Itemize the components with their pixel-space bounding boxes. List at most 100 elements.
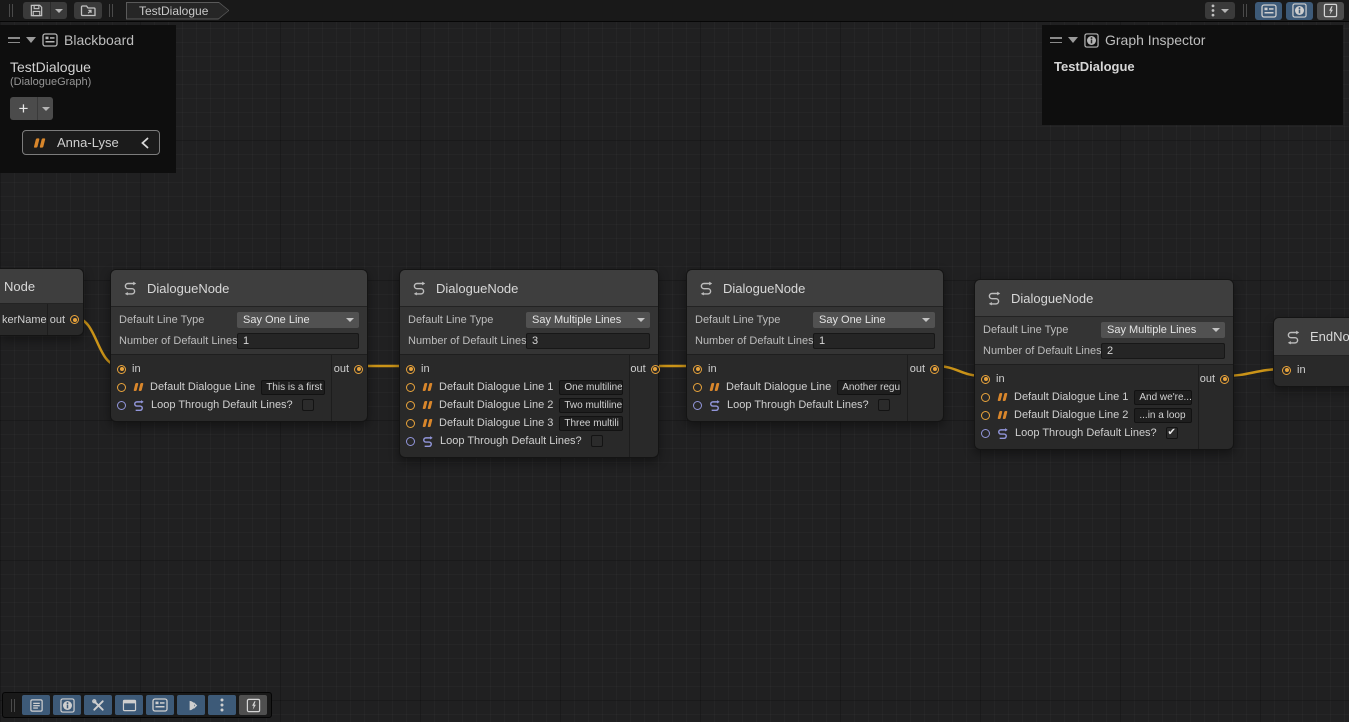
graph-inspector-toggle-button[interactable]: [1286, 2, 1313, 20]
dialogue-line-field[interactable]: Another regu: [837, 380, 901, 395]
quote-icon: [996, 391, 1008, 403]
dialogue-line-field[interactable]: One multiline: [559, 380, 623, 395]
quote-icon: [132, 381, 144, 393]
panel-drag-handle-icon[interactable]: [8, 37, 20, 43]
item-label: Anna-Lyse: [57, 135, 119, 150]
field-value: 2: [1107, 345, 1113, 357]
out-port[interactable]: [651, 365, 660, 374]
tab-testdialogue[interactable]: TestDialogue: [126, 2, 229, 20]
line-type-dropdown[interactable]: Say Multiple Lines: [1101, 322, 1225, 338]
loop-checkbox[interactable]: ✔: [1166, 427, 1178, 439]
check-mark: ✔: [1167, 428, 1175, 438]
loop-port[interactable]: [981, 429, 990, 438]
field-value: 1: [243, 335, 249, 347]
line-port[interactable]: [981, 393, 990, 402]
num-lines-field[interactable]: 3: [526, 333, 650, 349]
chevron-left-icon[interactable]: [140, 137, 150, 149]
console-toggle-button[interactable]: [22, 695, 50, 715]
toolbar-drag-handle[interactable]: [11, 699, 15, 712]
kebab-icon: [220, 698, 224, 712]
out-port[interactable]: [1220, 375, 1229, 384]
node-title: DialogueNode: [436, 281, 518, 296]
node-title: Node: [4, 279, 35, 294]
out-port[interactable]: [70, 315, 79, 324]
line-port[interactable]: [406, 419, 415, 428]
num-lines-field[interactable]: 1: [237, 333, 359, 349]
tools-toggle-button[interactable]: [84, 695, 112, 715]
loop-port[interactable]: [117, 401, 126, 410]
out-port[interactable]: [930, 365, 939, 374]
inspector-toggle-button[interactable]: [53, 695, 81, 715]
add-property-button[interactable]: +: [10, 97, 38, 120]
collapse-arrow-icon[interactable]: [1068, 37, 1078, 43]
dialogue-node-icon: [698, 280, 714, 296]
node-header[interactable]: DialogueNode: [111, 270, 367, 307]
node-header[interactable]: Node: [0, 269, 83, 304]
node-header[interactable]: EndNode: [1274, 318, 1349, 356]
dialogue-node-1[interactable]: DialogueNode Default Line Type Say One L…: [110, 269, 368, 422]
prop-label: Default Line Type: [408, 314, 526, 326]
save-button[interactable]: [23, 2, 51, 19]
node-header[interactable]: DialogueNode: [400, 270, 658, 307]
window-toggle-button[interactable]: [115, 695, 143, 715]
save-options-button[interactable]: [51, 2, 67, 19]
node-header[interactable]: DialogueNode: [687, 270, 943, 307]
dialogue-line-field[interactable]: Two multiline: [559, 398, 623, 413]
num-lines-field[interactable]: 2: [1101, 343, 1225, 359]
in-port[interactable]: [693, 365, 702, 374]
blackboard-item-anna-lyse[interactable]: Anna-Lyse: [22, 130, 160, 155]
window-icon: [122, 699, 137, 712]
speaker-node[interactable]: Node kerName out: [0, 268, 84, 336]
dialogue-line-field[interactable]: This is a first: [261, 380, 325, 395]
quote-icon: [421, 381, 433, 393]
in-port[interactable]: [406, 365, 415, 374]
num-lines-field[interactable]: 1: [813, 333, 935, 349]
line-port[interactable]: [117, 383, 126, 392]
add-property-options-button[interactable]: [38, 97, 53, 120]
open-asset-button[interactable]: [74, 2, 102, 19]
in-port[interactable]: [1282, 366, 1291, 375]
dialogue-line-field[interactable]: ...in a loop: [1134, 408, 1192, 423]
out-port-label: out: [334, 363, 349, 375]
collapse-arrow-icon[interactable]: [26, 37, 36, 43]
field-value: Three multili: [564, 418, 618, 429]
blackboard-toggle-button[interactable]: [1255, 2, 1282, 20]
dropdown-arrow-icon: [1221, 9, 1229, 13]
inspector-selection: TestDialogue: [1042, 53, 1343, 74]
node-header[interactable]: DialogueNode: [975, 280, 1233, 317]
dialogue-line-field[interactable]: Three multili: [559, 416, 623, 431]
loop-port[interactable]: [693, 401, 702, 410]
end-node[interactable]: EndNode in: [1273, 317, 1349, 387]
line-port[interactable]: [406, 383, 415, 392]
live-preview-toggle-button[interactable]: [239, 695, 267, 715]
toolbar-separator: [1243, 4, 1247, 17]
graph-inspector-panel: Graph Inspector TestDialogue: [1042, 25, 1343, 125]
in-port[interactable]: [117, 365, 126, 374]
quote-icon: [421, 399, 433, 411]
loop-port[interactable]: [406, 437, 415, 446]
line-port[interactable]: [406, 401, 415, 410]
live-preview-toggle-button[interactable]: [1317, 2, 1344, 20]
loop-checkbox[interactable]: [878, 399, 890, 411]
view-options-button[interactable]: [1205, 2, 1235, 19]
dialogue-node-3[interactable]: DialogueNode Default Line Type Say One L…: [686, 269, 944, 422]
loop-checkbox[interactable]: [302, 399, 314, 411]
preview-toggle-button[interactable]: [177, 695, 205, 715]
dialogue-node-4[interactable]: DialogueNode Default Line Type Say Multi…: [974, 279, 1234, 450]
in-port[interactable]: [981, 375, 990, 384]
loop-checkbox[interactable]: [591, 435, 603, 447]
graph-canvas[interactable]: Node kerName out DialogueNode Default Li…: [0, 0, 1349, 722]
panel-drag-handle-icon[interactable]: [1050, 37, 1062, 43]
line-type-dropdown[interactable]: Say Multiple Lines: [526, 312, 650, 328]
line-type-dropdown[interactable]: Say One Line: [237, 312, 359, 328]
out-port-label: out: [630, 363, 645, 375]
line-port[interactable]: [981, 411, 990, 420]
more-options-button[interactable]: [208, 695, 236, 715]
node-title: DialogueNode: [723, 281, 805, 296]
line-type-dropdown[interactable]: Say One Line: [813, 312, 935, 328]
dialogue-node-2[interactable]: DialogueNode Default Line Type Say Multi…: [399, 269, 659, 458]
line-port[interactable]: [693, 383, 702, 392]
out-port[interactable]: [354, 365, 363, 374]
dialogue-line-field[interactable]: And we're...: [1134, 390, 1192, 405]
blackboard-toggle-button[interactable]: [146, 695, 174, 715]
